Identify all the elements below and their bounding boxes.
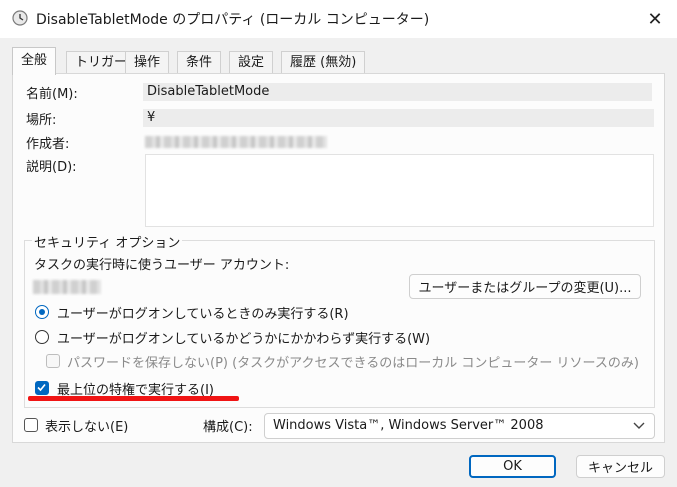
hidden-checkbox[interactable]	[24, 418, 38, 432]
name-label: 名前(M):	[26, 87, 78, 102]
radio-logged-on-label[interactable]: ユーザーがログオンしているときのみ実行する(R)	[57, 303, 349, 322]
name-field[interactable]: DisableTabletMode	[143, 83, 652, 101]
checkmark-icon	[37, 383, 46, 392]
tab-actions[interactable]: 操作	[125, 51, 170, 73]
radio-whether-logged-on-label[interactable]: ユーザーがログオンしているかどうかにかかわらず実行する(W)	[57, 328, 430, 347]
location-label: 場所:	[26, 113, 57, 128]
no-password-checkbox	[46, 354, 60, 368]
radio-whether-logged-on[interactable]	[35, 330, 49, 344]
security-options-title: セキュリティ オプション	[32, 232, 183, 251]
configure-select[interactable]: Windows Vista™, Windows Server™ 2008	[264, 413, 655, 439]
radio-logged-on[interactable]	[35, 305, 49, 319]
account-label: タスクの実行時に使うユーザー アカウント:	[34, 258, 290, 273]
tab-history[interactable]: 履歴 (無効)	[281, 51, 366, 73]
account-redacted	[33, 280, 101, 294]
red-underline-annotation	[28, 396, 239, 401]
cancel-button[interactable]: キャンセル	[576, 455, 665, 478]
tab-conditions[interactable]: 条件	[177, 51, 222, 73]
window-title: DisableTabletMode のプロパティ (ローカル コンピューター)	[36, 12, 430, 28]
change-user-button[interactable]: ユーザーまたはグループの変更(U)...	[409, 274, 641, 299]
no-password-label: パスワードを保存しない(P) (タスクがアクセスできるのはローカル コンピュータ…	[67, 356, 639, 371]
author-label: 作成者:	[26, 137, 70, 152]
highest-privileges-checkbox[interactable]	[35, 381, 49, 395]
chevron-down-icon	[633, 422, 645, 429]
description-textarea[interactable]	[145, 154, 654, 227]
tab-settings[interactable]: 設定	[229, 51, 274, 73]
ok-button[interactable]: OK	[469, 455, 556, 478]
task-clock-icon	[12, 10, 28, 26]
configure-label: 構成(C):	[203, 420, 253, 435]
location-field[interactable]: ¥	[143, 109, 654, 127]
description-label: 説明(D):	[26, 160, 77, 175]
tab-general[interactable]: 全般	[12, 47, 57, 75]
hidden-label[interactable]: 表示しない(E)	[45, 416, 128, 435]
close-button[interactable]: ✕	[640, 6, 670, 32]
author-redacted	[145, 136, 327, 148]
